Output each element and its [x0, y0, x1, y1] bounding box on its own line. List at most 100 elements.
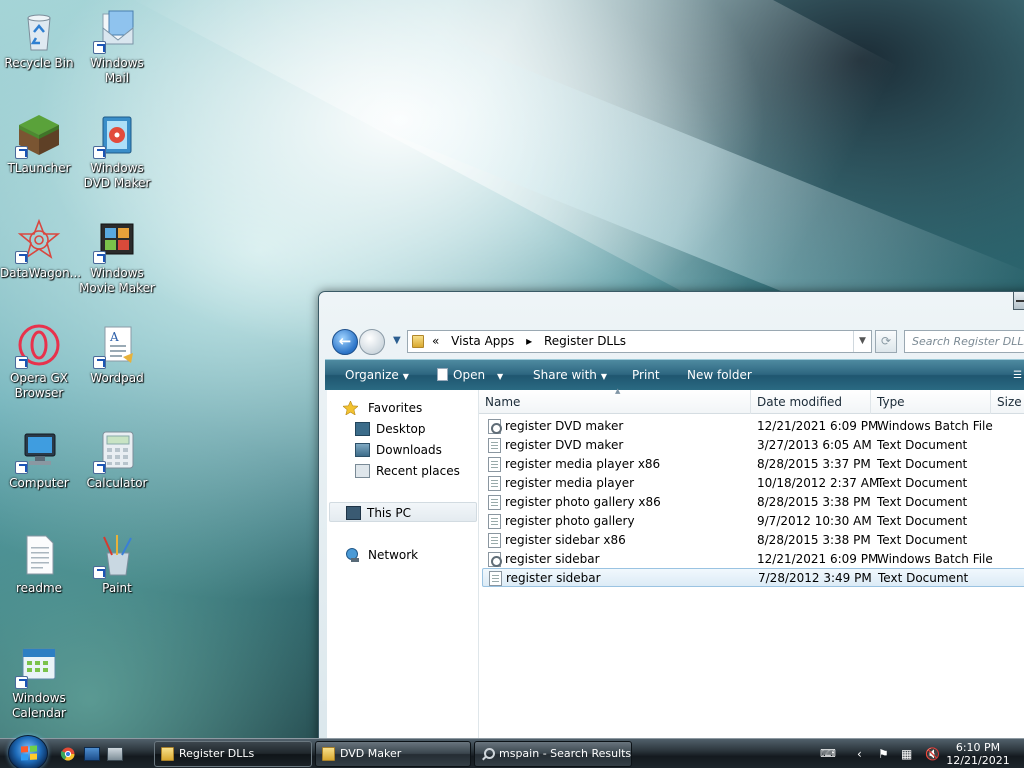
computer-icon — [346, 506, 361, 520]
folder-icon — [322, 747, 335, 761]
print-button[interactable]: Print — [632, 360, 660, 391]
file-list: ▲ Name Date modified Type Size register … — [479, 387, 1024, 762]
desktop-icon-datawagon[interactable]: DataWagon... — [0, 218, 81, 281]
file-type: Text Document — [877, 457, 968, 471]
desktop-icon-windows-mail[interactable]: Windows Mail — [78, 8, 156, 86]
address-dropdown-button[interactable]: ▼ — [853, 331, 871, 352]
file-name: register sidebar x86 — [505, 533, 626, 547]
minimize-button[interactable] — [1013, 292, 1024, 310]
action-center-icon[interactable]: ⚑ — [878, 747, 889, 761]
share-with-button[interactable]: Share with ▼ — [533, 360, 607, 391]
table-row[interactable]: register media player 10/18/2012 2:37 AM… — [479, 474, 1024, 493]
nav-label: This PC — [367, 506, 411, 520]
clock[interactable]: 6:10 PM 12/21/2021 — [938, 741, 1018, 767]
forward-button[interactable] — [359, 329, 385, 355]
file-date: 10/18/2012 2:37 AM — [757, 476, 880, 490]
shortcut-arrow-icon — [15, 676, 28, 689]
refresh-button[interactable]: ⟳ — [875, 330, 897, 353]
desktop-icon-label: Calculator — [86, 476, 148, 490]
chevron-down-icon: ▼ — [497, 372, 504, 381]
nav-item-this-pc[interactable]: This PC — [329, 502, 477, 522]
table-row[interactable]: register photo gallery x86 8/28/2015 3:3… — [479, 493, 1024, 512]
shortcut-arrow-icon — [93, 41, 106, 54]
new-folder-button[interactable]: New folder — [687, 360, 752, 391]
batch-file-icon — [488, 419, 502, 434]
recycle-bin-icon — [17, 8, 61, 52]
chevron-right-icon[interactable]: ▸ — [526, 334, 532, 348]
breadcrumb-item-register-dlls[interactable]: Register DLLs — [544, 334, 626, 348]
file-name: register DVD maker — [505, 438, 624, 452]
nav-item-network[interactable]: Network — [345, 545, 418, 565]
desktop-icon-label: Windows Movie Maker — [79, 266, 155, 295]
explorer-window: ← ▼ « Vista Apps ▸ Register DLLs ▼ ⟳ Sea… — [318, 291, 1024, 762]
taskbar-button-dvd-maker[interactable]: DVD Maker — [315, 741, 471, 767]
breadcrumb-overflow[interactable]: « — [432, 334, 439, 348]
file-name: register photo gallery — [505, 514, 635, 528]
nav-item-recent-places[interactable]: Recent places — [355, 461, 460, 481]
table-row[interactable]: register DVD maker 12/21/2021 6:09 PM Wi… — [479, 417, 1024, 436]
file-date: 12/21/2021 6:09 PM — [757, 552, 879, 566]
nav-label: Desktop — [376, 422, 426, 436]
desktop-icon-calculator[interactable]: Calculator — [78, 428, 156, 491]
desktop-icon-recycle-bin[interactable]: Recycle Bin — [0, 8, 78, 71]
start-button[interactable] — [8, 735, 48, 768]
clock-time: 6:10 PM — [955, 741, 1001, 754]
taskbar-button-register-dlls[interactable]: Register DLLs — [154, 741, 312, 767]
file-type: Windows Batch File — [877, 419, 993, 433]
shortcut-arrow-icon — [93, 146, 106, 159]
taskbar-button-label: mspain - Search Results... — [499, 747, 632, 760]
column-header-type[interactable]: Type — [871, 390, 991, 414]
search-input[interactable]: Search Register DLLs — [904, 330, 1024, 353]
desktop-icon-opera-gx[interactable]: Opera GX Browser — [0, 323, 78, 401]
desktop-icon-windows-dvd-maker[interactable]: Windows DVD Maker — [78, 113, 156, 191]
file-type: Text Document — [877, 438, 968, 452]
address-bar[interactable]: « Vista Apps ▸ Register DLLs ▼ — [407, 330, 872, 353]
nav-item-desktop[interactable]: Desktop — [355, 419, 426, 439]
back-button[interactable]: ← — [332, 329, 358, 355]
recent-places-icon — [355, 464, 370, 478]
organize-button[interactable]: Organize ▼ — [345, 360, 409, 391]
taskbar-button-search-results[interactable]: mspain - Search Results... — [474, 741, 632, 767]
show-desktop-icon[interactable] — [84, 747, 100, 761]
network-status-icon[interactable]: ▦ — [901, 747, 912, 761]
folder-icon — [161, 747, 174, 761]
open-button[interactable]: Open — [437, 360, 485, 391]
refresh-icon: ⟳ — [880, 334, 892, 348]
table-row[interactable]: register DVD maker 3/27/2013 6:05 AM Tex… — [479, 436, 1024, 455]
table-row[interactable]: register sidebar x86 8/28/2015 3:38 PM T… — [479, 531, 1024, 550]
nav-item-favorites[interactable]: Favorites — [343, 398, 422, 418]
column-header-name[interactable]: Name — [479, 390, 751, 414]
table-row[interactable]: register media player x86 8/28/2015 3:37… — [479, 455, 1024, 474]
breadcrumb-item-vista-apps[interactable]: Vista Apps — [451, 334, 514, 348]
text-file-icon — [489, 571, 502, 586]
chevron-down-icon: ▼ — [402, 372, 409, 381]
switch-windows-icon[interactable] — [107, 747, 123, 761]
desktop-icon-label: Computer — [9, 476, 69, 490]
chevron-left-icon[interactable]: ‹ — [857, 747, 862, 761]
keyboard-icon[interactable]: ⌨ — [820, 747, 836, 761]
desktop-icon-paint[interactable]: Paint — [78, 533, 156, 596]
desktop-icon-readme[interactable]: readme — [0, 533, 78, 596]
change-view-button[interactable]: ☰ ▼ — [1013, 360, 1024, 391]
desktop-icon-label: Recycle Bin — [4, 56, 74, 70]
desktop-icon-tlauncher[interactable]: TLauncher — [0, 113, 78, 176]
table-row[interactable]: register photo gallery 9/7/2012 10:30 AM… — [479, 512, 1024, 531]
recent-pages-dropdown[interactable]: ▼ — [393, 335, 401, 346]
nav-item-downloads[interactable]: Downloads — [355, 440, 442, 460]
shortcut-arrow-icon — [93, 566, 106, 579]
batch-file-icon — [488, 552, 502, 567]
column-header-date-modified[interactable]: Date modified — [751, 390, 871, 414]
desktop-icon-computer[interactable]: Computer — [0, 428, 78, 491]
chrome-icon[interactable] — [60, 747, 76, 761]
taskbar-button-label: DVD Maker — [340, 747, 402, 760]
column-header-size[interactable]: Size — [991, 390, 1024, 414]
table-row[interactable]: register sidebar 12/21/2021 6:09 PM Wind… — [479, 550, 1024, 569]
desktop-icon-wordpad[interactable]: A Wordpad — [78, 323, 156, 386]
desktop-icon-windows-calendar[interactable]: Windows Calendar — [0, 643, 78, 721]
desktop-icon-windows-movie-maker[interactable]: Windows Movie Maker — [78, 218, 156, 296]
tlauncher-icon — [15, 113, 61, 159]
text-file-icon — [488, 457, 501, 472]
table-row-selected[interactable]: register sidebar 7/28/2012 3:49 PM Text … — [482, 568, 1024, 587]
open-dropdown-button[interactable]: ▼ — [493, 360, 503, 391]
folder-icon — [412, 335, 424, 348]
